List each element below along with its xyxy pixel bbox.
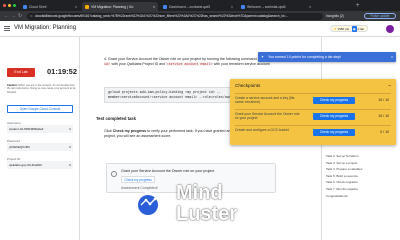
end-lab-button[interactable]: End Lab xyxy=(7,68,35,77)
incognito-indicator[interactable]: Incognito (2) xyxy=(326,13,344,19)
task-text: Click xyxy=(104,129,112,133)
checkpoint-label: Create and configure a GCS bucket xyxy=(235,128,289,132)
checkpoint-row: Create and configure a GCS bucket Check … xyxy=(235,125,391,139)
task-status-icon xyxy=(111,171,117,177)
task-title: Grant your Service Account the Owner rol… xyxy=(121,169,215,173)
toc-item[interactable]: Task 7. Run the pipeline xyxy=(326,186,362,193)
step-text: 4. Grant your Service Account the Owner … xyxy=(104,57,225,61)
check-progress-button[interactable]: Check my progress xyxy=(313,113,355,120)
lab-control-panel: End Lab 01:19:52 Caution: When you are i… xyxy=(0,37,80,240)
update-button[interactable]: Finish update xyxy=(364,13,396,19)
address-bar[interactable]: ⊙ cloudskillsboost.google/focuses/69181?… xyxy=(27,12,323,20)
project-id-value: qwiklabs-gcp-00-4ba990 xyxy=(9,163,42,167)
checkpoint-row: Grant your Service Account the Owner rol… xyxy=(235,109,391,123)
username-field[interactable]: student-01-8b5b9f98e0a4 ⧉ xyxy=(7,125,73,133)
maximize-window-icon[interactable] xyxy=(13,4,16,7)
trophy-icon: ✦ xyxy=(261,55,264,59)
inline-code: <service account email> xyxy=(166,61,213,66)
watermark-line: Luster xyxy=(176,203,238,225)
check-progress-button[interactable]: Check my progress xyxy=(313,97,355,104)
browser-tab[interactable]: Dashboard – workstat-qwi5 × xyxy=(160,2,236,11)
checkpoints-panel: Checkpoints – Create a service account a… xyxy=(230,79,396,145)
toc-list: Task 2. Set up Terraform Task 3. Set up … xyxy=(326,153,362,199)
close-tab-icon[interactable]: × xyxy=(73,5,77,9)
close-tab-icon[interactable]: × xyxy=(307,5,311,9)
cloud-shell-icon xyxy=(23,4,27,9)
project-id-field[interactable]: qwiklabs-gcp-00-4ba990 ⧉ xyxy=(7,161,73,169)
checkpoint-score: 10 / 10 xyxy=(378,98,389,102)
browser-tab[interactable]: Welcome – workstat-qwi5 × xyxy=(238,2,314,11)
step-text: with your Qwiklabs Project ID xyxy=(111,61,159,66)
open-console-button[interactable]: Open Google Cloud Console xyxy=(7,105,73,113)
tab-label: Dashboard – workstat-qwi5 xyxy=(169,4,211,9)
task-text: to verify your performed task. If you ha… xyxy=(147,129,213,133)
minimize-window-icon[interactable] xyxy=(8,4,11,7)
check-progress-button[interactable]: Check my progress xyxy=(313,129,355,136)
menu-icon[interactable] xyxy=(4,26,10,32)
star-icon: ★ xyxy=(334,27,337,31)
checkpoint-label: Create a service account and a key (file… xyxy=(235,96,295,105)
toc-item[interactable]: Task 3. Set up a project xyxy=(326,160,362,167)
close-window-icon[interactable] xyxy=(3,4,6,7)
window-controls xyxy=(3,4,16,7)
site-info-icon[interactable]: ⊙ xyxy=(30,13,33,20)
close-tab-icon[interactable]: × xyxy=(229,5,233,9)
url-text: cloudskillsboost.google/focuses/69181?ca… xyxy=(35,13,289,18)
checkpoint-label: Grant your Service Account the Owner rol… xyxy=(235,112,300,121)
step-text: with your terraform service account xyxy=(213,61,270,66)
checkpoints-title: Checkpoints xyxy=(235,83,261,88)
credits-value: 1950 pts xyxy=(337,27,350,31)
browser-tab-bar: Cloud Shell × VM Migration: Planning | G… xyxy=(0,0,400,11)
reload-icon[interactable]: ↻ xyxy=(18,13,22,19)
watermark-text: Mind Luster xyxy=(176,183,237,225)
task-text-bold: Check my progress xyxy=(112,129,147,133)
toast-text: You earned 10 points for completing a la… xyxy=(268,55,342,59)
toc-item[interactable]: Task 5. Build a resource xyxy=(326,173,362,180)
points-toast: ✦ You earned 10 points for completing a … xyxy=(258,52,396,62)
page-title: VM Migration: Planning xyxy=(14,25,77,31)
task-text: assessment score. xyxy=(141,133,172,138)
reward-icon: ▣ xyxy=(351,26,357,32)
toc-item[interactable]: Task 6. Check migration xyxy=(326,179,362,186)
lab-header: VM Migration: Planning ★ 1950 pts ▣ 0 la… xyxy=(0,21,400,37)
caution-note: Caution: When you are in the console, do… xyxy=(7,84,77,94)
checkpoint-score: 10 / 10 xyxy=(378,114,389,118)
copy-icon[interactable]: ⧉ xyxy=(69,125,71,133)
toc-item[interactable]: Congratulations! xyxy=(326,193,362,200)
avatar[interactable] xyxy=(386,25,394,33)
caution-text: When you are in the console, do not devi… xyxy=(7,84,76,94)
back-icon[interactable]: ← xyxy=(4,13,9,19)
forward-icon[interactable]: → xyxy=(11,13,16,19)
step-text: and xyxy=(159,61,166,66)
toc-item[interactable]: Task 2. Set up Terraform xyxy=(326,153,362,160)
username-value: student-01-8b5b9f98e0a4 xyxy=(9,127,44,131)
section-heading: Test completed task xyxy=(96,116,136,121)
mind-luster-logo-icon xyxy=(135,192,161,223)
copy-icon[interactable]: ⧉ xyxy=(69,161,71,169)
toc-item[interactable]: Task 4. Prepare a variables xyxy=(326,166,362,173)
checkpoint-row: Create a service account and a key (file… xyxy=(235,93,391,107)
copy-icon[interactable]: ⧉ xyxy=(69,143,71,151)
lab-timer: 01:19:52 xyxy=(47,67,78,76)
password-value: yiF9k6EQXvBN xyxy=(9,145,30,149)
tab-label: Cloud Shell xyxy=(29,4,47,9)
close-tab-icon[interactable]: × xyxy=(151,5,155,9)
skills-boost-icon xyxy=(85,4,89,9)
browser-tab-active[interactable]: VM Migration: Planning | Go × xyxy=(82,2,158,11)
browser-tab[interactable]: Cloud Shell × xyxy=(20,2,80,11)
cloud-console-icon xyxy=(163,4,167,9)
checkpoint-score: 0 / 10 xyxy=(380,130,389,134)
close-toast-icon[interactable]: × xyxy=(391,52,393,62)
new-tab-icon[interactable]: + xyxy=(356,2,360,10)
tab-label: Welcome – workstat-qwi5 xyxy=(247,4,286,9)
password-field[interactable]: yiF9k6EQXvBN ⧉ xyxy=(7,143,73,151)
tab-label: VM Migration: Planning | Go xyxy=(91,4,134,9)
watermark-line: Mind xyxy=(176,182,223,204)
cloud-console-icon xyxy=(241,4,245,9)
credits-badge[interactable]: ★ 1950 pts ▣ 0 lab xyxy=(330,25,369,32)
check-progress-button[interactable]: Check my progress xyxy=(121,176,155,183)
browser-toolbar: ← → ↻ ⊙ cloudskillsboost.google/focuses/… xyxy=(0,11,400,21)
reward-value: 0 lab xyxy=(357,27,365,31)
collapse-icon[interactable]: – xyxy=(388,83,391,89)
